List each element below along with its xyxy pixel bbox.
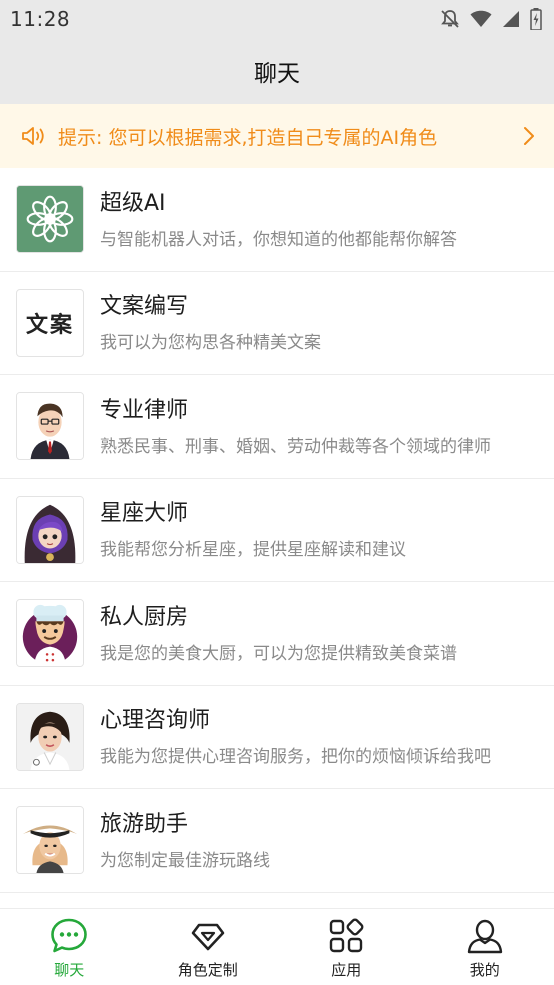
list-item[interactable]: 星座大师 我能帮您分析星座，提供星座解读和建议 [0,479,554,582]
counselor-avatar [17,703,83,770]
role-list: 超级AI 与智能机器人对话，你想知道的他都能帮你解答 文案 文案编写 我可以为您… [0,168,554,908]
role-name: 心理咨询师 [100,708,211,734]
avatar [16,392,84,461]
role-desc: 我可以为您构思各种精美文案 [100,333,321,354]
status-bar: 11:28 [0,0,554,38]
speaker-icon [22,127,44,145]
list-item[interactable]: 私人厨房 我是您的美食大厨，可以为您提供精致美食菜谱 [0,582,554,686]
nav-label: 聊天 [54,961,85,979]
notice-text: 提示: 您可以根据需求,打造自己专属的AI角色 [58,126,438,149]
notice-bar[interactable]: 提示: 您可以根据需求,打造自己专属的AI角色 [0,104,554,168]
role-desc: 熟悉民事、刑事、婚姻、劳动仲裁等各个领域的律师 [100,436,491,457]
app-header: 聊天 [0,38,554,104]
apps-grid-icon [330,918,364,953]
list-item[interactable]: 文案 文案编写 我可以为您构思各种精美文案 [0,272,554,375]
tab-apps[interactable]: 应用 [277,909,416,985]
avatar [16,185,84,254]
page-title: 聊天 [254,61,300,87]
diamond-icon [191,923,225,951]
role-name: 旅游助手 [100,811,189,837]
role-desc: 我能帮您分析星座，提供星座解读和建议 [100,540,406,561]
role-desc: 我能为您提供心理咨询服务，把你的烦恼倾诉给我吧 [100,747,491,768]
role-name: 私人厨房 [100,604,189,630]
nav-label: 应用 [331,961,362,979]
tab-role-custom[interactable]: 角色定制 [139,909,278,985]
bottom-nav: 聊天 角色定制 应用 我的 [0,908,554,985]
nav-label: 角色定制 [177,961,238,979]
wifi-icon [470,10,492,27]
flower-logo-icon [17,186,83,253]
avatar [16,806,84,875]
role-desc: 与智能机器人对话，你想知道的他都能帮你解答 [100,229,457,250]
role-name: 文案编写 [100,294,189,320]
list-item[interactable]: 专业律师 熟悉民事、刑事、婚姻、劳动仲裁等各个领域的律师 [0,375,554,479]
role-name: 星座大师 [100,501,189,527]
status-icons [440,8,542,30]
astrologer-avatar [17,496,83,563]
role-desc: 我是您的美食大厨，可以为您提供精致美食菜谱 [100,643,457,664]
avatar: 文案 [16,288,84,357]
tab-mine[interactable]: 我的 [416,909,554,985]
chef-avatar [17,600,83,667]
role-name: 专业律师 [100,397,189,423]
signal-icon [503,11,519,27]
role-name: 超级AI [100,190,166,216]
notifications-off-icon [441,10,459,28]
tab-chat[interactable]: 聊天 [0,909,139,985]
lawyer-avatar [17,393,83,460]
user-icon [467,919,502,954]
list-item[interactable]: 心理咨询师 我能为您提供心理咨询服务，把你的烦恼倾诉给我吧 [0,686,554,789]
chat-bubble-icon [51,918,88,953]
nav-label: 我的 [469,961,500,979]
avatar [16,702,84,771]
avatar [16,495,84,564]
status-time: 11:28 [10,7,71,31]
traveler-avatar [17,807,83,874]
battery-charging-icon [530,8,542,30]
chevron-right-icon [524,127,534,145]
list-item[interactable]: 超级AI 与智能机器人对话，你想知道的他都能帮你解答 [0,168,554,272]
role-desc: 为您制定最佳游玩路线 [100,850,270,871]
calligraphy-wenan-icon: 文案 [25,311,74,338]
avatar [16,599,84,668]
list-item[interactable]: 旅游助手 为您制定最佳游玩路线 [0,789,554,893]
